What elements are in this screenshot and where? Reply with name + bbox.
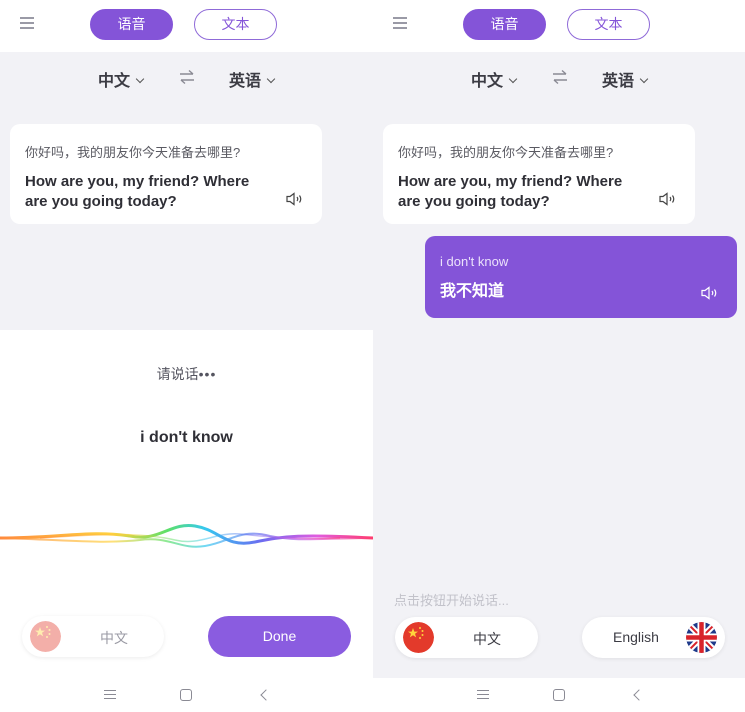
message-card: 你好吗，我的朋友你今天准备去哪里? How are you, my friend…: [10, 124, 322, 224]
chevron-down-icon: [135, 74, 145, 84]
message-card: 你好吗，我的朋友你今天准备去哪里? How are you, my friend…: [383, 124, 695, 224]
speaker-icon[interactable]: [701, 286, 719, 300]
target-language-label: 英语: [602, 73, 635, 90]
tab-text[interactable]: 文本: [567, 9, 650, 40]
language-chip-english[interactable]: English: [582, 617, 725, 658]
recognized-text: i don't know: [140, 429, 233, 446]
tab-voice[interactable]: 语音: [463, 9, 546, 40]
language-chip-label: 中文: [473, 631, 501, 647]
uk-flag-icon: [686, 622, 717, 653]
source-language-dropdown[interactable]: 中文: [471, 67, 518, 91]
listening-panel: 请说话••• i don't know 中文 Done: [0, 330, 373, 678]
system-nav-bar: [373, 678, 745, 712]
language-chip-label: English: [613, 629, 659, 645]
language-selector-row: 中文 英语: [0, 62, 373, 92]
conversation-screen: 语音 文本 中文 英语 你好吗，我的朋友你今天准备去哪里? How are yo…: [373, 0, 745, 712]
chevron-down-icon: [508, 74, 518, 84]
language-chip-chinese[interactable]: 中文: [395, 617, 538, 658]
nav-menu-icon[interactable]: [477, 688, 491, 702]
message-card-outgoing: i don't know 我不知道: [425, 236, 737, 318]
listening-screen: 语音 文本 中文 英语 你好吗，我的朋友你今天准备去哪里? How are yo…: [0, 0, 373, 712]
language-selector-row: 中文 英语: [373, 62, 745, 92]
message-translation-text: How are you, my friend? Where are you go…: [25, 173, 250, 210]
language-chip-label: 中文: [100, 630, 128, 646]
china-flag-icon: [30, 621, 61, 652]
tab-voice[interactable]: 语音: [90, 9, 173, 40]
message-source-text: 你好吗，我的朋友你今天准备去哪里?: [398, 145, 614, 160]
menu-icon[interactable]: [20, 16, 34, 30]
swap-icon[interactable]: [552, 69, 568, 85]
target-language-label: 英语: [229, 73, 262, 90]
top-bar: 语音 文本: [0, 0, 373, 52]
target-language-dropdown[interactable]: 英语: [229, 67, 276, 91]
language-chip-chinese[interactable]: 中文: [22, 616, 164, 657]
nav-back-icon[interactable]: [260, 689, 272, 701]
menu-icon[interactable]: [393, 16, 407, 30]
swap-icon[interactable]: [179, 69, 195, 85]
message-source-text: i don't know: [440, 254, 509, 269]
speak-prompt-text: 请说话: [156, 366, 199, 382]
china-flag-icon: [403, 622, 434, 653]
nav-home-icon[interactable]: [553, 689, 565, 701]
source-language-dropdown[interactable]: 中文: [98, 67, 145, 91]
source-language-label: 中文: [471, 73, 504, 90]
nav-menu-icon[interactable]: [104, 688, 118, 702]
speaker-icon[interactable]: [659, 192, 677, 206]
nav-back-icon[interactable]: [633, 689, 645, 701]
source-language-label: 中文: [98, 73, 131, 90]
message-translation-text: 我不知道: [440, 283, 505, 300]
done-button[interactable]: Done: [208, 616, 351, 657]
voice-waveform: [0, 523, 373, 548]
speaker-icon[interactable]: [286, 192, 304, 206]
top-bar: 语音 文本: [373, 0, 745, 52]
message-source-text: 你好吗，我的朋友你今天准备去哪里?: [25, 145, 241, 160]
chevron-down-icon: [639, 74, 649, 84]
tab-text[interactable]: 文本: [194, 9, 277, 40]
target-language-dropdown[interactable]: 英语: [602, 67, 649, 91]
nav-home-icon[interactable]: [180, 689, 192, 701]
speak-prompt: 请说话•••: [0, 364, 373, 384]
speak-prompt-dots: •••: [198, 366, 217, 382]
system-nav-bar: [0, 678, 373, 712]
chevron-down-icon: [266, 74, 276, 84]
tap-to-speak-hint: 点击按钮开始说话...: [394, 593, 509, 608]
message-translation-text: How are you, my friend? Where are you go…: [398, 173, 623, 210]
